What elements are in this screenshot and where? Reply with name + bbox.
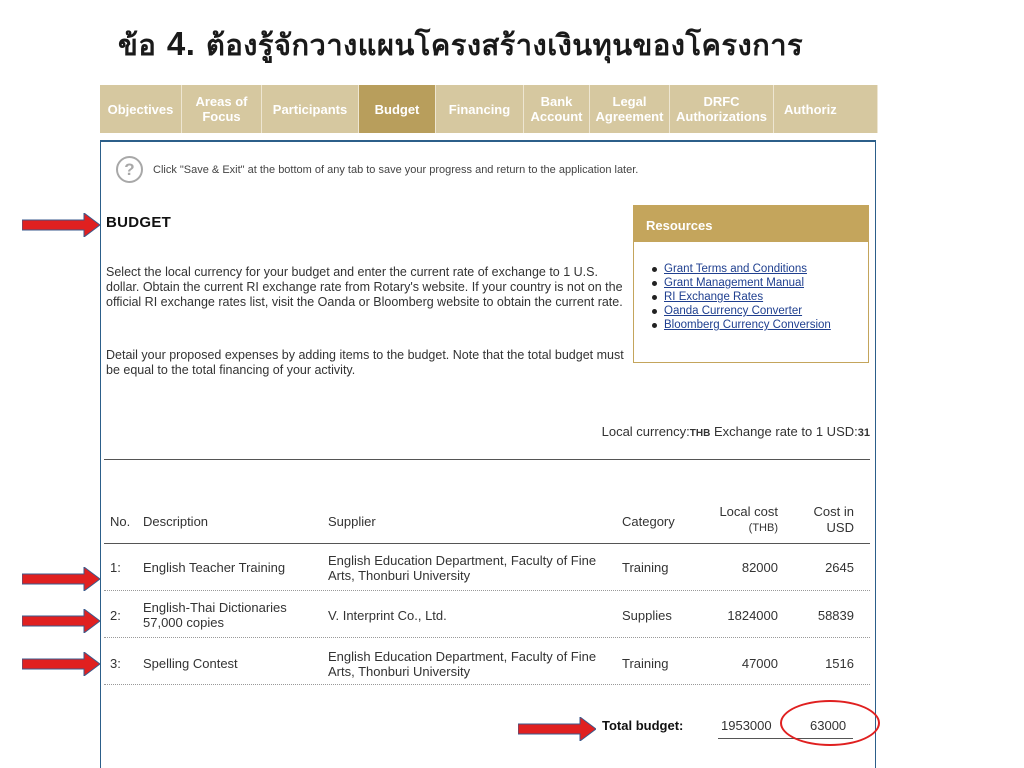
header-usd-line2: USD [826,520,854,535]
link-oanda[interactable]: Oanda Currency Converter [664,304,802,318]
budget-instructions: Select the local currency for your budge… [106,265,623,309]
currency-line: Local currency:THB Exchange rate to 1 US… [602,424,870,439]
table-row[interactable]: 1: English Teacher Training English Educ… [104,544,870,591]
row-supplier: V. Interprint Co., Ltd. [328,608,447,623]
annotation-arrow-icon [22,213,100,237]
rate-value[interactable]: 31 [858,427,870,439]
tab-participants[interactable]: Participants [262,85,359,133]
tab-authorizations[interactable]: Authoriz [774,85,878,133]
currency-code[interactable]: THB [690,428,711,439]
resource-item: Oanda Currency Converter [652,304,868,318]
header-category: Category [622,514,675,529]
tab-financing[interactable]: Financing [436,85,524,133]
tab-budget[interactable]: Budget [359,85,436,133]
header-local-cost-line2: (THB) [748,522,778,534]
slide-title-number: 4. [166,25,196,62]
link-bloomberg[interactable]: Bloomberg Currency Conversion [664,318,831,332]
header-usd: Cost in USD [814,504,854,536]
section-heading: BUDGET [106,214,172,231]
annotation-arrow-icon [22,567,100,591]
table-row[interactable]: 3: Spelling Contest English Education De… [104,638,870,685]
total-local-cost: 1953000 [721,718,772,733]
header-divider [104,543,870,544]
row-category: Training [622,560,669,575]
bullet-icon [652,322,657,328]
annotation-arrow-icon [22,609,100,633]
tab-objectives[interactable]: Objectives [100,85,182,133]
row-usd-cost: 1516 [825,656,854,671]
help-text: Click "Save & Exit" at the bottom of any… [153,163,639,176]
question-circle-icon[interactable]: ? [116,156,143,183]
bullet-icon [652,266,657,272]
tab-legal-agreement[interactable]: Legal Agreement [590,85,670,133]
slide-title-prefix: ข้อ [118,28,157,62]
header-description: Description [143,514,209,529]
row-no: 1: [110,560,121,575]
link-ri-exchange[interactable]: RI Exchange Rates [664,290,763,304]
budget-note: Detail your proposed expenses by adding … [106,348,624,377]
row-local-cost: 47000 [741,656,778,671]
header-no: No. [110,514,131,529]
header-local-cost: Local cost (THB) [719,504,778,536]
link-grant-terms[interactable]: Grant Terms and Conditions [664,262,807,276]
tab-bar: Objectives Areas of Focus Participants B… [100,85,878,133]
annotation-arrow-icon [22,652,100,676]
row-local-cost: 82000 [741,560,778,575]
table-row[interactable]: 2: English-Thai Dictionaries 57,000 copi… [104,591,870,638]
total-budget-label: Total budget: [602,718,684,733]
currency-label: Local currency: [601,424,690,439]
annotation-arrow-icon [518,717,596,741]
row-description: English Teacher Training [143,560,286,575]
bullet-icon [652,280,657,286]
tab-bank-account[interactable]: Bank Account [524,85,590,133]
row-usd-cost: 58839 [817,608,854,623]
resource-item: Bloomberg Currency Conversion [652,318,868,332]
help-row: ? Click "Save & Exit" at the bottom of a… [116,156,638,183]
row-no: 2: [110,608,121,623]
divider [104,459,870,460]
highlight-circle [780,700,880,746]
resources-list: Grant Terms and Conditions Grant Managem… [634,242,868,332]
tab-areas-of-focus[interactable]: Areas of Focus [182,85,262,133]
header-local-cost-line1: Local cost [719,504,778,519]
header-usd-line1: Cost in [813,504,854,519]
row-category: Supplies [622,608,672,623]
rate-label: Exchange rate to 1 USD: [710,424,858,439]
row-category: Training [622,656,669,671]
row-supplier: English Education Department, Faculty of… [328,553,597,583]
row-description: English-Thai Dictionaries 57,000 copies [143,600,287,630]
resource-item: Grant Management Manual [652,276,868,290]
bullet-icon [652,294,657,300]
bullet-icon [652,308,657,314]
link-grant-manual[interactable]: Grant Management Manual [664,276,804,290]
tab-drfc-authorizations[interactable]: DRFC Authorizations [670,85,774,133]
slide-title: ข้อ 4. ต้องรู้จักวางแผนโครงสร้างเงินทุนข… [118,22,803,68]
row-supplier: English Education Department, Faculty of… [328,649,597,679]
resource-item: RI Exchange Rates [652,290,868,304]
header-supplier: Supplier [328,514,376,529]
row-local-cost: 1824000 [727,608,778,623]
slide-title-text: ต้องรู้จักวางแผนโครงสร้างเงินทุนของโครงก… [206,28,804,62]
row-description: Spelling Contest [143,656,238,671]
resource-item: Grant Terms and Conditions [652,262,868,276]
row-usd-cost: 2645 [825,560,854,575]
row-no: 3: [110,656,121,671]
resources-box: Resources Grant Terms and Conditions Gra… [633,205,869,363]
resources-title: Resources [634,206,868,242]
